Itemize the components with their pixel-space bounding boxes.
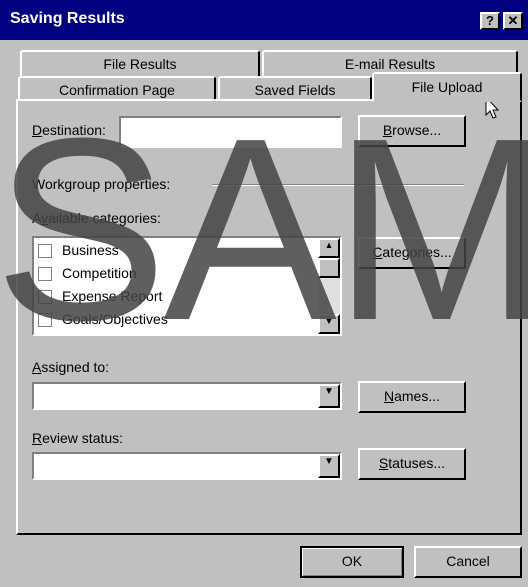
list-item[interactable]: Business	[38, 242, 119, 259]
tab-label: File Upload	[411, 79, 483, 95]
chevron-down-icon[interactable]: ▼	[318, 384, 340, 408]
assigned-to-combo[interactable]: ▼	[32, 382, 342, 410]
tab-label: Confirmation Page	[59, 82, 175, 98]
ok-button[interactable]: OK	[300, 546, 404, 578]
help-button[interactable]: ?	[480, 12, 500, 30]
close-button[interactable]: ✕	[503, 12, 523, 30]
tab-file-results[interactable]: File Results	[20, 50, 260, 76]
browse-button[interactable]: Browse...	[358, 115, 466, 147]
title-bar: Saving Results ? ✕	[0, 0, 528, 40]
tab-label: Saved Fields	[254, 82, 336, 98]
scroll-thumb[interactable]	[318, 258, 340, 278]
list-item[interactable]: Expense Report	[38, 288, 162, 305]
checkbox[interactable]	[38, 244, 52, 259]
list-item[interactable]: Competition	[38, 265, 137, 282]
categories-list[interactable]: Business Competition Expense Report Goal…	[32, 236, 342, 336]
checkbox[interactable]	[38, 290, 52, 305]
review-status-label: Review status:	[32, 430, 124, 446]
review-status-combo[interactable]: ▼	[32, 452, 342, 480]
list-item[interactable]: Goals/Objectives	[38, 311, 168, 328]
destination-input[interactable]	[119, 116, 342, 148]
tab-saved-fields[interactable]: Saved Fields	[218, 76, 372, 101]
available-categories-label: Available categories:	[32, 210, 161, 226]
scroll-down-icon[interactable]: ▼	[318, 314, 340, 334]
cancel-button[interactable]: Cancel	[414, 546, 522, 578]
tab-label: File Results	[103, 56, 177, 72]
scroll-up-icon[interactable]: ▲	[318, 238, 340, 258]
window-title: Saving Results	[10, 10, 125, 27]
tab-label: E-mail Results	[344, 56, 436, 72]
tab-confirmation-page[interactable]: Confirmation Page	[18, 76, 216, 101]
workgroup-heading: Workgroup properties:	[32, 176, 171, 192]
names-button[interactable]: Names...	[358, 381, 466, 413]
checkbox[interactable]	[38, 267, 52, 282]
destination-label: Destination:	[32, 122, 106, 138]
scrollbar[interactable]: ▲ ▼	[318, 238, 340, 334]
tab-file-upload[interactable]: File Upload	[372, 72, 522, 102]
divider	[212, 184, 464, 186]
assigned-to-label: Assigned to:	[32, 359, 110, 375]
chevron-down-icon[interactable]: ▼	[318, 454, 340, 478]
statuses-button[interactable]: Statuses...	[358, 448, 466, 480]
checkbox[interactable]	[38, 313, 52, 328]
categories-button[interactable]: Categories...	[358, 237, 466, 269]
